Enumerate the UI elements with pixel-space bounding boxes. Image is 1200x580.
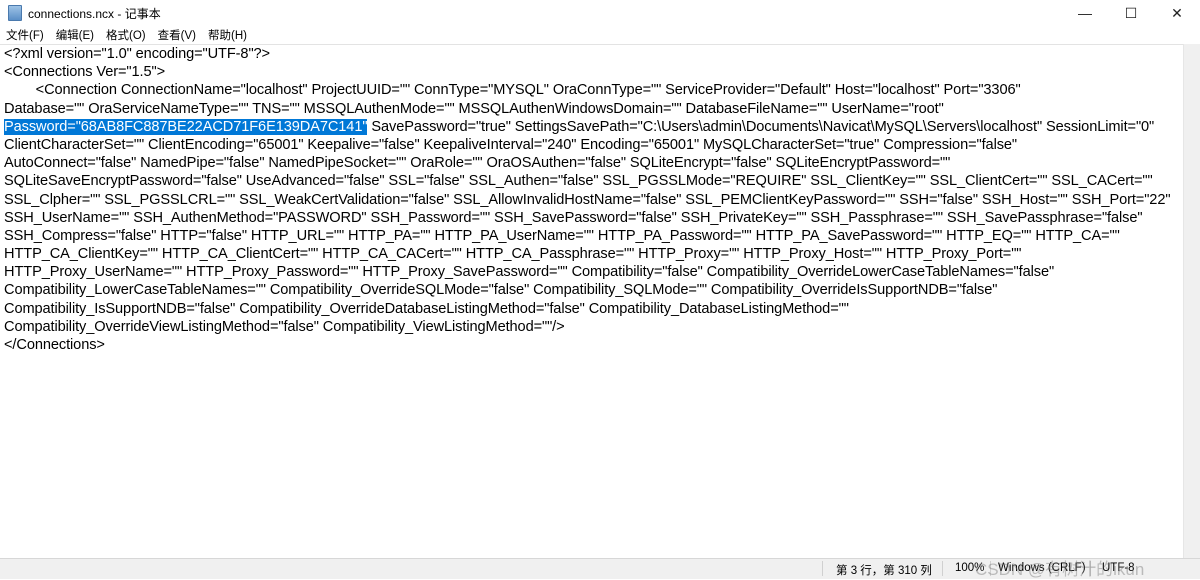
text-line: Database="" OraServiceNameType="" TNS=""…	[4, 100, 944, 117]
selected-password-text[interactable]: Password="68AB8FC887BE22ACD71F6E139DA7C1…	[4, 118, 368, 135]
text-line: AutoConnect="false" NamedPipe="false" Na…	[4, 155, 951, 172]
text-line: Compatibility_LowerCaseTableNames="" Com…	[4, 282, 998, 299]
maximize-button[interactable]: ☐	[1108, 0, 1154, 26]
cursor-position: 第 3 行，第 310 列	[836, 565, 932, 577]
text-line: <?xml version="1.0" encoding="UTF-8"?>	[4, 46, 270, 62]
text-line: ClientCharacterSet="" ClientEncoding="65…	[4, 136, 1017, 153]
minimize-button[interactable]: —	[1062, 0, 1108, 26]
window-title: connections.ncx - 记事本	[28, 6, 161, 21]
menu-help[interactable]: 帮助(H)	[202, 27, 253, 43]
text-line: HTTP_CA_ClientKey="" HTTP_CA_ClientCert=…	[4, 246, 1022, 263]
text-line: HTTP_Proxy_UserName="" HTTP_Proxy_Passwo…	[4, 264, 1055, 281]
menu-format[interactable]: 格式(O)	[100, 27, 152, 43]
text-line: Compatibility_IsSupportNDB="false" Compa…	[4, 300, 849, 317]
menu-file[interactable]: 文件(F)	[0, 27, 50, 43]
text-line: <Connections Ver="1.5">	[4, 64, 166, 81]
text-line: <Connection ConnectionName="localhost" P…	[4, 82, 1021, 99]
text-line: Compatibility_OverrideViewListingMethod=…	[4, 318, 565, 335]
close-button[interactable]: ✕	[1154, 0, 1200, 26]
watermark: CSDN @有树汁的ikun	[975, 560, 1145, 579]
vertical-scrollbar[interactable]	[1183, 44, 1200, 558]
text-line: SSH_Compress="false" HTTP="false" HTTP_U…	[4, 227, 1120, 244]
title-bar: connections.ncx - 记事本 — ☐ ✕	[0, 0, 1200, 26]
text-line-rest: SavePassword="true" SettingsSavePath="C:…	[367, 118, 1155, 135]
menu-bar: 文件(F) 编辑(E) 格式(O) 查看(V) 帮助(H)	[0, 26, 1200, 44]
status-bar: 第 3 行，第 310 列 100% Windows (CRLF) UTF-8 …	[0, 558, 1200, 579]
menu-edit[interactable]: 编辑(E)	[50, 27, 100, 43]
menu-view[interactable]: 查看(V)	[152, 27, 202, 43]
text-line: SQLiteSaveEncryptPassword="false" UseAdv…	[4, 173, 1153, 190]
text-editor[interactable]: <?xml version="1.0" encoding="UTF-8"?> <…	[0, 44, 1184, 559]
text-line: SSL_Clpher="" SSL_PGSSLCRL="" SSL_WeakCe…	[4, 191, 1171, 208]
text-line: SSH_UserName="" SSH_AuthenMethod="PASSWO…	[4, 209, 1143, 226]
text-line: Password="68AB8FC887BE22ACD71F6E139DA7C1…	[0, 118, 1184, 136]
text-line: </Connections>	[4, 337, 105, 353]
notepad-icon	[8, 5, 22, 21]
